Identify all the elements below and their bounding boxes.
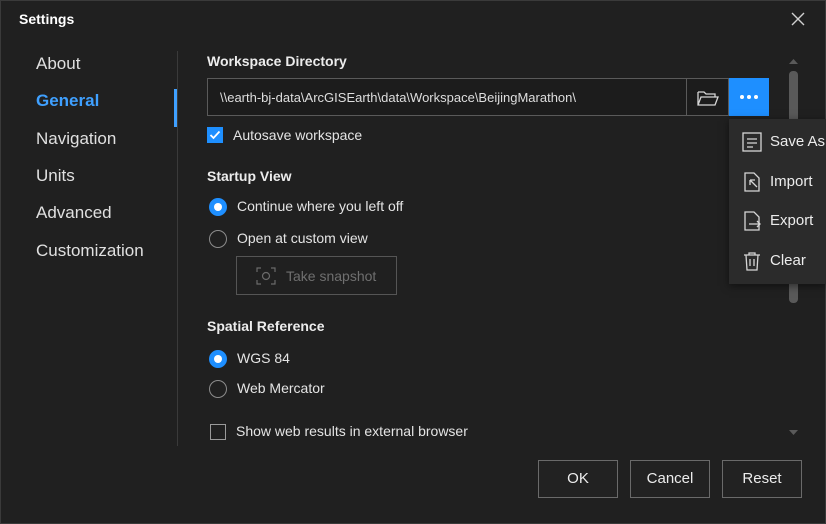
- reset-button[interactable]: Reset: [722, 460, 802, 498]
- folder-open-icon: [697, 91, 719, 106]
- export-icon: [744, 211, 761, 231]
- settings-dialog: Settings About General Navigation Units …: [0, 0, 826, 524]
- sidebar-item-navigation[interactable]: Navigation: [36, 129, 116, 149]
- startup-view-heading: Startup View: [207, 168, 292, 184]
- export-label: Export: [770, 212, 814, 229]
- ellipsis-icon: [740, 95, 744, 99]
- sidebar-item-general[interactable]: General: [36, 91, 99, 111]
- scroll-up-icon[interactable]: [788, 57, 799, 65]
- menu-item-clear[interactable]: Clear: [729, 241, 826, 279]
- menu-item-save-as[interactable]: Save As: [729, 122, 826, 160]
- trash-icon: [744, 252, 760, 271]
- spatial-reference-heading: Spatial Reference: [207, 318, 325, 334]
- sidebar-item-advanced[interactable]: Advanced: [36, 203, 112, 223]
- ok-button[interactable]: OK: [538, 460, 618, 498]
- browse-folder-button[interactable]: [687, 78, 729, 116]
- radio-wgs84[interactable]: [209, 350, 227, 368]
- external-browser-label: Show web results in external browser: [236, 423, 468, 439]
- workspace-options-menu: Save As Import Export Clear: [729, 119, 826, 284]
- sidebar-divider: [177, 51, 178, 446]
- workspace-path-field[interactable]: [207, 78, 687, 116]
- scroll-down-icon[interactable]: [788, 429, 799, 437]
- menu-item-import[interactable]: Import: [729, 162, 826, 200]
- wgs84-label: WGS 84: [237, 350, 290, 366]
- external-browser-checkbox[interactable]: [210, 424, 226, 440]
- close-icon[interactable]: [789, 10, 807, 28]
- sidebar-item-customization[interactable]: Customization: [36, 241, 144, 261]
- clear-label: Clear: [770, 252, 806, 269]
- autosave-checkbox[interactable]: [207, 127, 223, 143]
- autosave-label: Autosave workspace: [233, 127, 363, 143]
- take-snapshot-label: Take snapshot: [286, 268, 377, 284]
- radio-open-custom-view[interactable]: [209, 230, 227, 248]
- more-options-button[interactable]: [729, 78, 769, 116]
- workspace-directory-heading: Workspace Directory: [207, 53, 347, 69]
- sidebar-item-units[interactable]: Units: [36, 166, 75, 186]
- web-mercator-label: Web Mercator: [237, 380, 325, 396]
- menu-item-export[interactable]: Export: [729, 201, 826, 239]
- import-label: Import: [770, 173, 813, 190]
- open-custom-view-label: Open at custom view: [237, 230, 368, 246]
- radio-continue-where-left-off[interactable]: [209, 198, 227, 216]
- continue-where-left-off-label: Continue where you left off: [237, 198, 404, 214]
- cancel-button[interactable]: Cancel: [630, 460, 710, 498]
- workspace-path-input[interactable]: [208, 79, 686, 115]
- import-icon: [744, 172, 760, 192]
- dialog-title: Settings: [19, 11, 75, 27]
- save-as-icon: [742, 132, 762, 152]
- snapshot-icon: [256, 267, 276, 285]
- sidebar-item-about[interactable]: About: [36, 54, 80, 74]
- radio-web-mercator[interactable]: [209, 380, 227, 398]
- save-as-label: Save As: [770, 133, 826, 150]
- take-snapshot-button: Take snapshot: [236, 256, 397, 295]
- checkmark-icon: [209, 130, 221, 140]
